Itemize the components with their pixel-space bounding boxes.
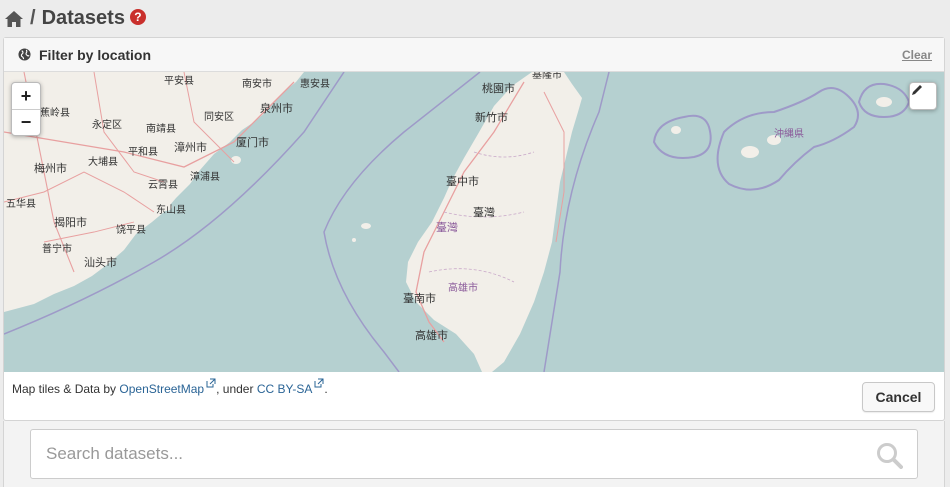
osm-link[interactable]: OpenStreetMap: [119, 382, 204, 396]
zoom-in-button[interactable]: +: [12, 83, 40, 109]
map-label: 梅州市: [34, 162, 67, 175]
map-label: 平安县: [164, 76, 194, 87]
map-label: 饶平县: [116, 225, 146, 236]
pencil-icon: [912, 85, 922, 95]
map-label: 漳浦县: [190, 172, 220, 183]
map-label: 泉州市: [260, 102, 293, 115]
map-label: 平和县: [128, 147, 158, 158]
page-title: Datasets: [41, 7, 125, 29]
panel-header: Filter by location Clear: [4, 38, 944, 72]
map-label: 沖縄県: [774, 129, 804, 140]
attribution-prefix: Map tiles & Data by: [12, 382, 120, 396]
map-label: 东山县: [156, 205, 186, 216]
zoom-control: + −: [11, 82, 41, 136]
panel-title: Filter by location: [39, 46, 152, 63]
map-label: 普宁市: [42, 244, 72, 255]
map[interactable]: 平安县 南安市 惠安县 泉州市 蕉岭县 永定区 南靖县 同安区 平和县 漳州市 …: [4, 72, 944, 372]
home-icon[interactable]: [4, 10, 24, 28]
clear-link[interactable]: Clear: [902, 48, 932, 62]
map-label: 永定区: [92, 120, 122, 131]
license-link[interactable]: CC BY-SA: [257, 382, 313, 396]
cancel-button[interactable]: Cancel: [862, 382, 935, 412]
map-label: 五华县: [6, 199, 36, 210]
search-section: [3, 421, 945, 487]
map-label: 同安区: [204, 112, 234, 123]
attribution-middle: , under: [216, 382, 257, 396]
map-label: 高雄市: [448, 283, 478, 294]
map-label: 漳州市: [174, 141, 207, 154]
search-box: [30, 429, 918, 479]
map-label: 基隆市: [532, 72, 562, 81]
attribution-suffix: .: [324, 382, 328, 396]
zoom-out-button[interactable]: −: [12, 109, 40, 135]
map-label: 惠安县: [300, 79, 330, 90]
map-label: 南安市: [242, 79, 272, 90]
help-icon[interactable]: ?: [129, 8, 146, 25]
breadcrumb: / Datasets ?: [0, 0, 950, 37]
map-label: 桃園市: [482, 82, 515, 95]
external-link-icon: [206, 378, 216, 388]
map-label: 汕头市: [84, 256, 117, 269]
globe-icon: [18, 48, 31, 61]
map-label: 南靖县: [146, 124, 176, 135]
map-label: 新竹市: [475, 111, 508, 124]
external-link-icon: [314, 378, 324, 388]
map-label: 高雄市: [415, 329, 448, 342]
search-input[interactable]: [46, 444, 846, 464]
map-label: 大埔县: [88, 157, 118, 168]
map-label: 厦门市: [236, 136, 269, 149]
search-icon[interactable]: [876, 442, 903, 469]
map-label: 揭阳市: [54, 216, 87, 229]
location-filter-panel: Filter by location Clear 平安县 南安市 惠安县 泉州市…: [3, 37, 945, 421]
draw-tool-button[interactable]: [909, 82, 937, 110]
breadcrumb-separator: /: [30, 7, 36, 29]
map-attribution: Map tiles & Data by OpenStreetMap , under…: [12, 378, 328, 396]
map-label: 云霄县: [148, 180, 178, 191]
map-label: 臺中市: [446, 175, 479, 188]
map-label: 蕉岭县: [40, 108, 70, 119]
map-label: 臺南市: [403, 292, 436, 305]
map-label: 臺灣: [436, 221, 458, 234]
map-label: 臺灣: [473, 206, 495, 219]
